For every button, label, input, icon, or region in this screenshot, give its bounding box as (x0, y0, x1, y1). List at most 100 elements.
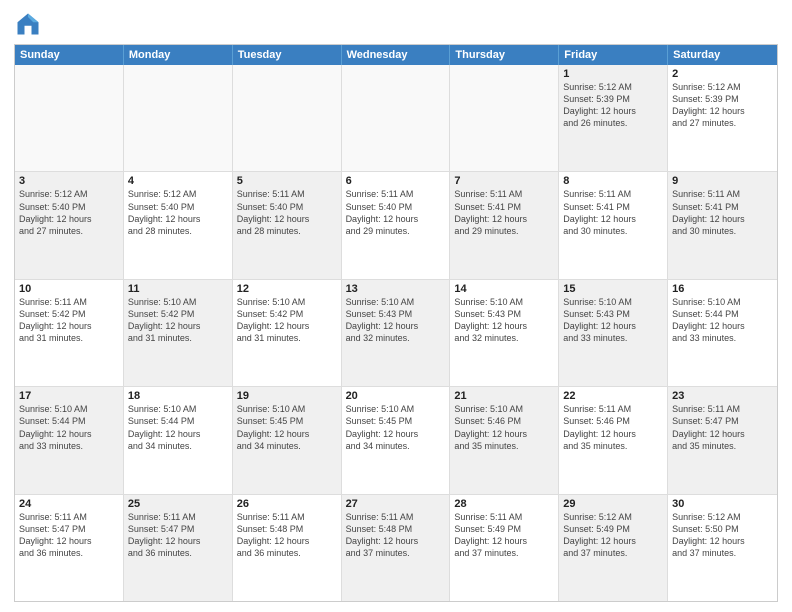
day-info: Sunrise: 5:10 AM Sunset: 5:45 PM Dayligh… (346, 403, 446, 452)
day-number: 12 (237, 283, 337, 295)
day-number: 17 (19, 390, 119, 402)
day-info: Sunrise: 5:12 AM Sunset: 5:39 PM Dayligh… (563, 81, 663, 130)
day-info: Sunrise: 5:10 AM Sunset: 5:45 PM Dayligh… (237, 403, 337, 452)
day-info: Sunrise: 5:10 AM Sunset: 5:42 PM Dayligh… (237, 296, 337, 345)
cal-cell: 1Sunrise: 5:12 AM Sunset: 5:39 PM Daylig… (559, 65, 668, 171)
day-info: Sunrise: 5:11 AM Sunset: 5:47 PM Dayligh… (19, 511, 119, 560)
cal-header-cell: Wednesday (342, 45, 451, 65)
day-info: Sunrise: 5:11 AM Sunset: 5:41 PM Dayligh… (454, 188, 554, 237)
cal-cell: 5Sunrise: 5:11 AM Sunset: 5:40 PM Daylig… (233, 172, 342, 278)
cal-cell: 9Sunrise: 5:11 AM Sunset: 5:41 PM Daylig… (668, 172, 777, 278)
cal-cell: 26Sunrise: 5:11 AM Sunset: 5:48 PM Dayli… (233, 495, 342, 601)
cal-cell: 23Sunrise: 5:11 AM Sunset: 5:47 PM Dayli… (668, 387, 777, 493)
cal-header-cell: Friday (559, 45, 668, 65)
day-number: 24 (19, 498, 119, 510)
header (14, 10, 778, 38)
day-info: Sunrise: 5:10 AM Sunset: 5:44 PM Dayligh… (19, 403, 119, 452)
day-number: 22 (563, 390, 663, 402)
day-number: 13 (346, 283, 446, 295)
day-number: 14 (454, 283, 554, 295)
cal-cell: 8Sunrise: 5:11 AM Sunset: 5:41 PM Daylig… (559, 172, 668, 278)
day-info: Sunrise: 5:11 AM Sunset: 5:42 PM Dayligh… (19, 296, 119, 345)
cal-header-cell: Monday (124, 45, 233, 65)
calendar: SundayMondayTuesdayWednesdayThursdayFrid… (14, 44, 778, 602)
cal-cell: 24Sunrise: 5:11 AM Sunset: 5:47 PM Dayli… (15, 495, 124, 601)
day-info: Sunrise: 5:12 AM Sunset: 5:50 PM Dayligh… (672, 511, 773, 560)
cal-cell: 4Sunrise: 5:12 AM Sunset: 5:40 PM Daylig… (124, 172, 233, 278)
cal-cell (450, 65, 559, 171)
day-info: Sunrise: 5:10 AM Sunset: 5:42 PM Dayligh… (128, 296, 228, 345)
cal-header-cell: Thursday (450, 45, 559, 65)
day-number: 7 (454, 175, 554, 187)
cal-cell: 25Sunrise: 5:11 AM Sunset: 5:47 PM Dayli… (124, 495, 233, 601)
day-info: Sunrise: 5:11 AM Sunset: 5:48 PM Dayligh… (237, 511, 337, 560)
day-info: Sunrise: 5:11 AM Sunset: 5:40 PM Dayligh… (237, 188, 337, 237)
day-info: Sunrise: 5:11 AM Sunset: 5:46 PM Dayligh… (563, 403, 663, 452)
day-number: 10 (19, 283, 119, 295)
cal-cell: 14Sunrise: 5:10 AM Sunset: 5:43 PM Dayli… (450, 280, 559, 386)
cal-row: 10Sunrise: 5:11 AM Sunset: 5:42 PM Dayli… (15, 279, 777, 386)
day-info: Sunrise: 5:11 AM Sunset: 5:41 PM Dayligh… (672, 188, 773, 237)
day-number: 26 (237, 498, 337, 510)
calendar-body: 1Sunrise: 5:12 AM Sunset: 5:39 PM Daylig… (15, 65, 777, 601)
cal-row: 24Sunrise: 5:11 AM Sunset: 5:47 PM Dayli… (15, 494, 777, 601)
day-info: Sunrise: 5:11 AM Sunset: 5:47 PM Dayligh… (672, 403, 773, 452)
day-number: 27 (346, 498, 446, 510)
day-number: 3 (19, 175, 119, 187)
day-info: Sunrise: 5:10 AM Sunset: 5:43 PM Dayligh… (346, 296, 446, 345)
cal-cell: 18Sunrise: 5:10 AM Sunset: 5:44 PM Dayli… (124, 387, 233, 493)
cal-cell: 22Sunrise: 5:11 AM Sunset: 5:46 PM Dayli… (559, 387, 668, 493)
calendar-header: SundayMondayTuesdayWednesdayThursdayFrid… (15, 45, 777, 65)
day-info: Sunrise: 5:10 AM Sunset: 5:44 PM Dayligh… (672, 296, 773, 345)
cal-cell: 30Sunrise: 5:12 AM Sunset: 5:50 PM Dayli… (668, 495, 777, 601)
day-info: Sunrise: 5:10 AM Sunset: 5:46 PM Dayligh… (454, 403, 554, 452)
cal-cell: 2Sunrise: 5:12 AM Sunset: 5:39 PM Daylig… (668, 65, 777, 171)
day-number: 23 (672, 390, 773, 402)
day-info: Sunrise: 5:11 AM Sunset: 5:47 PM Dayligh… (128, 511, 228, 560)
cal-header-cell: Saturday (668, 45, 777, 65)
day-number: 19 (237, 390, 337, 402)
day-info: Sunrise: 5:11 AM Sunset: 5:48 PM Dayligh… (346, 511, 446, 560)
cal-cell: 19Sunrise: 5:10 AM Sunset: 5:45 PM Dayli… (233, 387, 342, 493)
cal-row: 1Sunrise: 5:12 AM Sunset: 5:39 PM Daylig… (15, 65, 777, 171)
cal-header-cell: Sunday (15, 45, 124, 65)
day-info: Sunrise: 5:12 AM Sunset: 5:40 PM Dayligh… (128, 188, 228, 237)
day-number: 1 (563, 68, 663, 80)
cal-cell (15, 65, 124, 171)
cal-cell: 16Sunrise: 5:10 AM Sunset: 5:44 PM Dayli… (668, 280, 777, 386)
day-number: 29 (563, 498, 663, 510)
day-number: 8 (563, 175, 663, 187)
cal-cell: 21Sunrise: 5:10 AM Sunset: 5:46 PM Dayli… (450, 387, 559, 493)
cal-cell: 10Sunrise: 5:11 AM Sunset: 5:42 PM Dayli… (15, 280, 124, 386)
cal-cell: 27Sunrise: 5:11 AM Sunset: 5:48 PM Dayli… (342, 495, 451, 601)
cal-cell: 6Sunrise: 5:11 AM Sunset: 5:40 PM Daylig… (342, 172, 451, 278)
day-number: 30 (672, 498, 773, 510)
page: SundayMondayTuesdayWednesdayThursdayFrid… (0, 0, 792, 612)
day-number: 28 (454, 498, 554, 510)
day-info: Sunrise: 5:10 AM Sunset: 5:43 PM Dayligh… (563, 296, 663, 345)
day-number: 16 (672, 283, 773, 295)
logo-icon (14, 10, 42, 38)
day-number: 21 (454, 390, 554, 402)
day-info: Sunrise: 5:12 AM Sunset: 5:49 PM Dayligh… (563, 511, 663, 560)
day-number: 25 (128, 498, 228, 510)
cal-cell: 11Sunrise: 5:10 AM Sunset: 5:42 PM Dayli… (124, 280, 233, 386)
day-number: 2 (672, 68, 773, 80)
cal-cell: 15Sunrise: 5:10 AM Sunset: 5:43 PM Dayli… (559, 280, 668, 386)
cal-row: 17Sunrise: 5:10 AM Sunset: 5:44 PM Dayli… (15, 386, 777, 493)
cal-header-cell: Tuesday (233, 45, 342, 65)
logo (14, 10, 46, 38)
day-info: Sunrise: 5:11 AM Sunset: 5:40 PM Dayligh… (346, 188, 446, 237)
cal-cell (233, 65, 342, 171)
day-number: 15 (563, 283, 663, 295)
cal-cell: 12Sunrise: 5:10 AM Sunset: 5:42 PM Dayli… (233, 280, 342, 386)
day-number: 20 (346, 390, 446, 402)
day-info: Sunrise: 5:12 AM Sunset: 5:40 PM Dayligh… (19, 188, 119, 237)
cal-cell: 7Sunrise: 5:11 AM Sunset: 5:41 PM Daylig… (450, 172, 559, 278)
day-number: 18 (128, 390, 228, 402)
cal-cell: 29Sunrise: 5:12 AM Sunset: 5:49 PM Dayli… (559, 495, 668, 601)
day-info: Sunrise: 5:12 AM Sunset: 5:39 PM Dayligh… (672, 81, 773, 130)
cal-cell: 17Sunrise: 5:10 AM Sunset: 5:44 PM Dayli… (15, 387, 124, 493)
cal-cell: 28Sunrise: 5:11 AM Sunset: 5:49 PM Dayli… (450, 495, 559, 601)
day-info: Sunrise: 5:10 AM Sunset: 5:43 PM Dayligh… (454, 296, 554, 345)
